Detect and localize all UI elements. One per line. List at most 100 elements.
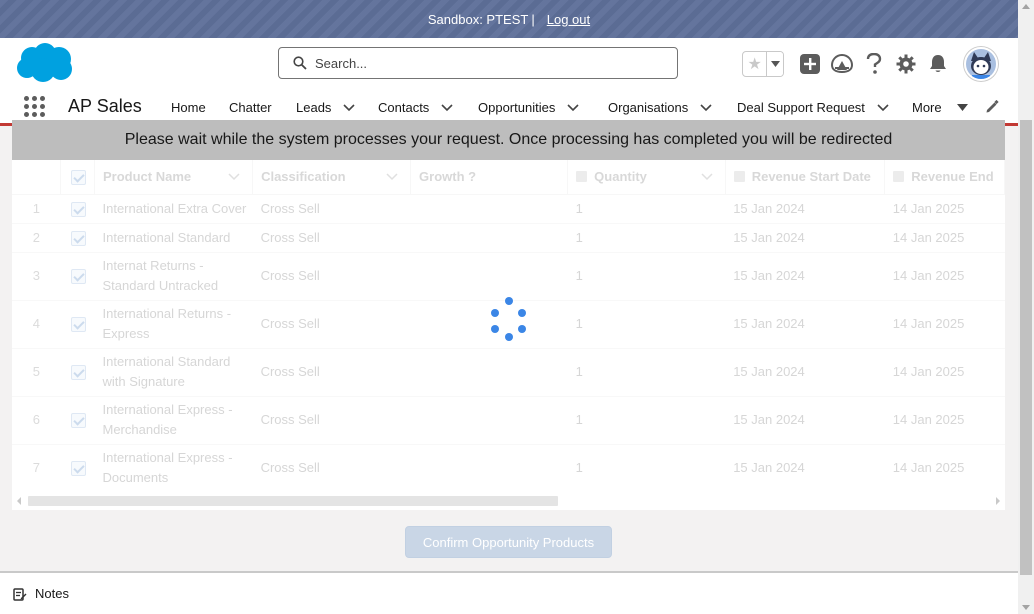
cell-classification[interactable]: Cross Sell — [252, 444, 411, 493]
cell-revenue-end-date[interactable]: 14 Jan 2025 — [884, 396, 1005, 445]
help-icon[interactable] — [858, 48, 890, 80]
cell-revenue-start-date[interactable]: 15 Jan 2024 — [725, 444, 885, 493]
cell-growth[interactable] — [410, 396, 568, 445]
chevron-down-icon[interactable] — [343, 103, 355, 112]
row-checkbox[interactable] — [60, 396, 95, 445]
favorites-dropdown-icon[interactable] — [766, 52, 783, 76]
notes-utility-item[interactable]: Notes — [35, 586, 69, 601]
scroll-left-arrow-icon[interactable] — [17, 497, 21, 505]
column-header-product-name[interactable]: Product Name — [94, 160, 254, 195]
global-search-input[interactable]: Search... — [278, 47, 678, 79]
cell-growth[interactable] — [410, 444, 568, 493]
cell-quantity[interactable]: 1 — [567, 444, 726, 493]
row-checkbox[interactable] — [60, 252, 95, 301]
cell-product-name: International Extra Cover — [94, 194, 253, 224]
cell-revenue-start-date[interactable]: 15 Jan 2024 — [725, 300, 885, 349]
cell-classification[interactable]: Cross Sell — [252, 348, 411, 397]
chevron-down-icon[interactable] — [567, 103, 579, 112]
table-row[interactable]: 5 International Standard with Signature … — [12, 348, 1005, 397]
chevron-down-icon[interactable] — [701, 173, 713, 181]
cell-revenue-start-date[interactable]: 15 Jan 2024 — [725, 348, 885, 397]
cell-revenue-end-date[interactable]: 14 Jan 2025 — [884, 194, 1005, 224]
confirm-opportunity-products-button[interactable]: Confirm Opportunity Products — [405, 526, 612, 558]
nav-item-leads[interactable]: Leads — [296, 100, 355, 115]
field-type-icon — [893, 171, 905, 183]
favorites-star-icon[interactable]: ★ — [743, 52, 766, 76]
table-horizontal-scrollbar[interactable] — [12, 492, 1005, 510]
table-row[interactable]: 1 International Extra Cover Cross Sell 1… — [12, 194, 1005, 224]
table-row[interactable]: 3 Internat Returns - Standard Untracked … — [12, 252, 1005, 301]
nav-item-contacts[interactable]: Contacts — [378, 100, 453, 115]
cell-classification[interactable]: Cross Sell — [252, 194, 411, 224]
cell-revenue-start-date[interactable]: 15 Jan 2024 — [725, 223, 885, 253]
column-header-quantity[interactable]: Quantity — [567, 160, 726, 195]
chevron-down-icon[interactable] — [386, 173, 398, 181]
cell-classification[interactable]: Cross Sell — [252, 252, 411, 301]
table-row[interactable]: 2 International Standard Cross Sell 1 15… — [12, 223, 1005, 253]
notes-icon[interactable] — [13, 587, 27, 601]
cell-quantity[interactable]: 1 — [567, 348, 726, 397]
table-row[interactable]: 6 International Express - Merchandise Cr… — [12, 396, 1005, 445]
setup-gear-icon[interactable] — [890, 48, 922, 80]
column-header-revenue-start-date[interactable]: Revenue Start Date — [725, 160, 886, 195]
global-actions-add-icon[interactable] — [794, 48, 826, 80]
cell-revenue-end-date[interactable]: 14 Jan 2025 — [884, 348, 1005, 397]
row-checkbox[interactable] — [60, 348, 95, 397]
cell-quantity[interactable]: 1 — [567, 300, 726, 349]
row-checkbox[interactable] — [60, 444, 95, 493]
chevron-down-icon[interactable] — [877, 103, 889, 112]
cell-growth[interactable] — [410, 194, 568, 224]
cell-growth[interactable] — [410, 348, 568, 397]
column-header-revenue-end[interactable]: Revenue End — [884, 160, 1005, 195]
scroll-up-arrow-icon[interactable] — [1022, 4, 1030, 9]
chevron-down-icon[interactable] — [228, 173, 240, 181]
cell-quantity[interactable]: 1 — [567, 223, 726, 253]
scrollbar-thumb[interactable] — [28, 496, 558, 506]
column-header-classification[interactable]: Classification — [252, 160, 412, 195]
cell-revenue-start-date[interactable]: 15 Jan 2024 — [725, 252, 885, 301]
row-checkbox[interactable] — [60, 223, 95, 253]
row-checkbox[interactable] — [60, 194, 95, 224]
cell-revenue-end-date[interactable]: 14 Jan 2025 — [884, 300, 1005, 349]
salesforce-logo[interactable] — [15, 42, 75, 84]
app-launcher-icon[interactable] — [24, 96, 46, 118]
nav-item-deal-support-request[interactable]: Deal Support Request — [737, 100, 889, 115]
scroll-down-arrow-icon[interactable] — [1022, 605, 1030, 610]
user-avatar[interactable] — [964, 47, 998, 81]
select-all-checkbox[interactable] — [60, 160, 95, 195]
search-icon — [293, 56, 307, 70]
nav-item-chatter[interactable]: Chatter — [229, 100, 272, 115]
nav-item-organisations[interactable]: Organisations — [608, 100, 712, 115]
cell-product-name: International Standard — [94, 223, 253, 253]
cell-quantity[interactable]: 1 — [567, 252, 726, 301]
row-checkbox[interactable] — [60, 300, 95, 349]
cell-classification[interactable]: Cross Sell — [252, 396, 411, 445]
logout-link[interactable]: Log out — [547, 12, 590, 27]
cell-revenue-start-date[interactable]: 15 Jan 2024 — [725, 194, 885, 224]
table-row[interactable]: 7 International Express - Documents Cros… — [12, 444, 1005, 493]
notifications-bell-icon[interactable] — [922, 48, 954, 80]
global-header: Search... ★ — [0, 38, 1018, 88]
cell-growth[interactable] — [410, 252, 568, 301]
edit-nav-pencil-icon[interactable] — [985, 99, 999, 119]
cell-revenue-start-date[interactable]: 15 Jan 2024 — [725, 396, 885, 445]
chevron-down-icon[interactable] — [700, 103, 712, 112]
cell-quantity[interactable]: 1 — [567, 396, 726, 445]
scroll-right-arrow-icon[interactable] — [996, 497, 1000, 505]
cell-revenue-end-date[interactable]: 14 Jan 2025 — [884, 444, 1005, 493]
page-vertical-scrollbar[interactable] — [1018, 0, 1034, 614]
trailhead-guidance-icon[interactable] — [826, 48, 858, 80]
cell-quantity[interactable]: 1 — [567, 194, 726, 224]
nav-more-menu[interactable]: More — [912, 100, 968, 115]
chevron-down-icon[interactable] — [441, 103, 453, 112]
nav-item-home[interactable]: Home — [171, 100, 206, 115]
cell-revenue-end-date[interactable]: 14 Jan 2025 — [884, 223, 1005, 253]
cell-classification[interactable]: Cross Sell — [252, 300, 411, 349]
cell-revenue-end-date[interactable]: 14 Jan 2025 — [884, 252, 1005, 301]
caret-down-icon[interactable] — [956, 103, 968, 112]
nav-item-opportunities[interactable]: Opportunities — [478, 100, 579, 115]
column-header-growth[interactable]: Growth ? — [410, 160, 569, 195]
cell-classification[interactable]: Cross Sell — [252, 223, 411, 253]
scrollbar-thumb[interactable] — [1020, 120, 1032, 575]
cell-growth[interactable] — [410, 223, 568, 253]
